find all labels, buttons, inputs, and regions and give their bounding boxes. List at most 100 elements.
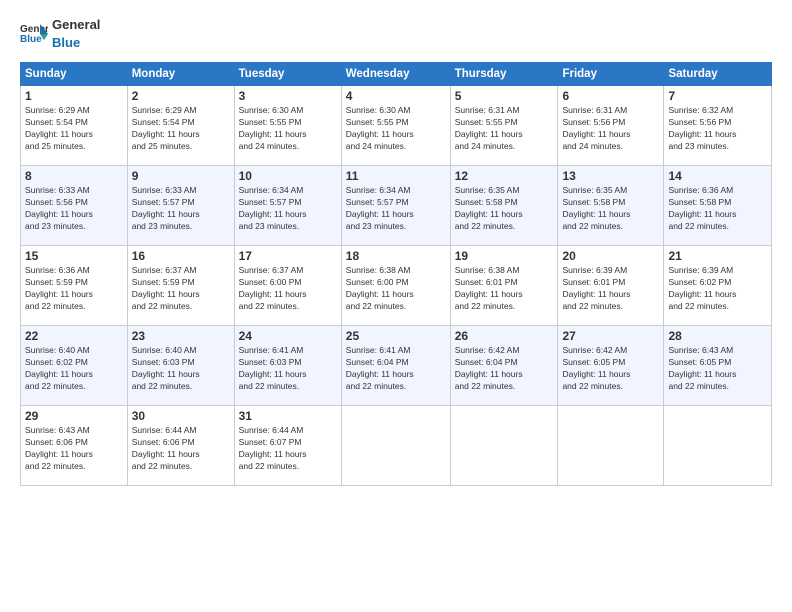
day-number: 19 <box>455 249 554 263</box>
logo-general: General <box>52 17 100 32</box>
day-info: Sunrise: 6:37 AMSunset: 5:59 PMDaylight:… <box>132 265 230 313</box>
weekday-header-saturday: Saturday <box>664 63 772 86</box>
calendar-cell <box>341 406 450 486</box>
day-info: Sunrise: 6:30 AMSunset: 5:55 PMDaylight:… <box>239 105 337 153</box>
calendar-cell: 20 Sunrise: 6:39 AMSunset: 6:01 PMDayligh… <box>558 246 664 326</box>
calendar-cell: 27 Sunrise: 6:42 AMSunset: 6:05 PMDayligh… <box>558 326 664 406</box>
day-number: 17 <box>239 249 337 263</box>
day-number: 7 <box>668 89 767 103</box>
day-number: 3 <box>239 89 337 103</box>
weekday-header-friday: Friday <box>558 63 664 86</box>
calendar-cell: 19 Sunrise: 6:38 AMSunset: 6:01 PMDayligh… <box>450 246 558 326</box>
day-info: Sunrise: 6:39 AMSunset: 6:02 PMDaylight:… <box>668 265 767 313</box>
day-number: 24 <box>239 329 337 343</box>
day-number: 4 <box>346 89 446 103</box>
weekday-header-wednesday: Wednesday <box>341 63 450 86</box>
day-info: Sunrise: 6:42 AMSunset: 6:04 PMDaylight:… <box>455 345 554 393</box>
day-number: 26 <box>455 329 554 343</box>
weekday-header-row: SundayMondayTuesdayWednesdayThursdayFrid… <box>21 63 772 86</box>
calendar-cell: 30Sunrise: 6:44 AMSunset: 6:06 PMDayligh… <box>127 406 234 486</box>
day-info: Sunrise: 6:39 AMSunset: 6:01 PMDaylight:… <box>562 265 659 313</box>
day-info: Sunrise: 6:33 AMSunset: 5:57 PMDaylight:… <box>132 185 230 233</box>
calendar-week-4: 22 Sunrise: 6:40 AMSunset: 6:02 PMDayligh… <box>21 326 772 406</box>
day-number: 5 <box>455 89 554 103</box>
day-info: Sunrise: 6:31 AMSunset: 5:56 PMDaylight:… <box>562 105 659 153</box>
day-number: 23 <box>132 329 230 343</box>
day-info: Sunrise: 6:34 AMSunset: 5:57 PMDaylight:… <box>239 185 337 233</box>
day-info: Sunrise: 6:41 AMSunset: 6:04 PMDaylight:… <box>346 345 446 393</box>
day-number: 20 <box>562 249 659 263</box>
day-info: Sunrise: 6:32 AMSunset: 5:56 PMDaylight:… <box>668 105 767 153</box>
weekday-header-sunday: Sunday <box>21 63 128 86</box>
day-number: 15 <box>25 249 123 263</box>
day-info: Sunrise: 6:34 AMSunset: 5:57 PMDaylight:… <box>346 185 446 233</box>
calendar-cell: 7 Sunrise: 6:32 AMSunset: 5:56 PMDaylight… <box>664 86 772 166</box>
day-number: 12 <box>455 169 554 183</box>
calendar-cell: 22 Sunrise: 6:40 AMSunset: 6:02 PMDayligh… <box>21 326 128 406</box>
calendar-cell <box>558 406 664 486</box>
day-number: 29 <box>25 409 123 423</box>
calendar-cell: 17 Sunrise: 6:37 AMSunset: 6:00 PMDayligh… <box>234 246 341 326</box>
calendar-week-3: 15Sunrise: 6:36 AMSunset: 5:59 PMDayligh… <box>21 246 772 326</box>
day-number: 18 <box>346 249 446 263</box>
day-info: Sunrise: 6:35 AMSunset: 5:58 PMDaylight:… <box>562 185 659 233</box>
calendar-week-1: 1Sunrise: 6:29 AMSunset: 5:54 PMDaylight… <box>21 86 772 166</box>
calendar-week-5: 29 Sunrise: 6:43 AMSunset: 6:06 PMDayligh… <box>21 406 772 486</box>
calendar-cell: 18 Sunrise: 6:38 AMSunset: 6:00 PMDayligh… <box>341 246 450 326</box>
day-info: Sunrise: 6:31 AMSunset: 5:55 PMDaylight:… <box>455 105 554 153</box>
day-number: 30 <box>132 409 230 423</box>
day-info: Sunrise: 6:40 AMSunset: 6:02 PMDaylight:… <box>25 345 123 393</box>
day-number: 27 <box>562 329 659 343</box>
day-number: 10 <box>239 169 337 183</box>
calendar-cell: 11 Sunrise: 6:34 AMSunset: 5:57 PMDayligh… <box>341 166 450 246</box>
calendar-cell: 12Sunrise: 6:35 AMSunset: 5:58 PMDayligh… <box>450 166 558 246</box>
calendar-cell: 4 Sunrise: 6:30 AMSunset: 5:55 PMDaylight… <box>341 86 450 166</box>
day-info: Sunrise: 6:41 AMSunset: 6:03 PMDaylight:… <box>239 345 337 393</box>
logo-blue: Blue <box>52 35 80 50</box>
day-info: Sunrise: 6:33 AMSunset: 5:56 PMDaylight:… <box>25 185 123 233</box>
logo: General Blue General Blue <box>20 16 100 52</box>
day-number: 2 <box>132 89 230 103</box>
calendar-cell: 3 Sunrise: 6:30 AMSunset: 5:55 PMDaylight… <box>234 86 341 166</box>
day-info: Sunrise: 6:38 AMSunset: 6:00 PMDaylight:… <box>346 265 446 313</box>
calendar-cell: 23 Sunrise: 6:40 AMSunset: 6:03 PMDayligh… <box>127 326 234 406</box>
day-info: Sunrise: 6:40 AMSunset: 6:03 PMDaylight:… <box>132 345 230 393</box>
day-info: Sunrise: 6:38 AMSunset: 6:01 PMDaylight:… <box>455 265 554 313</box>
day-number: 6 <box>562 89 659 103</box>
page: General Blue General Blue SundayMondayTu… <box>0 0 792 612</box>
calendar-cell: 21 Sunrise: 6:39 AMSunset: 6:02 PMDayligh… <box>664 246 772 326</box>
day-number: 8 <box>25 169 123 183</box>
calendar-cell: 26 Sunrise: 6:42 AMSunset: 6:04 PMDayligh… <box>450 326 558 406</box>
day-info: Sunrise: 6:36 AMSunset: 5:58 PMDaylight:… <box>668 185 767 233</box>
calendar-cell: 8 Sunrise: 6:33 AMSunset: 5:56 PMDaylight… <box>21 166 128 246</box>
day-number: 14 <box>668 169 767 183</box>
calendar-table: SundayMondayTuesdayWednesdayThursdayFrid… <box>20 62 772 486</box>
calendar-cell: 5 Sunrise: 6:31 AMSunset: 5:55 PMDaylight… <box>450 86 558 166</box>
day-number: 22 <box>25 329 123 343</box>
weekday-header-monday: Monday <box>127 63 234 86</box>
calendar-cell: 10 Sunrise: 6:34 AMSunset: 5:57 PMDayligh… <box>234 166 341 246</box>
calendar-cell: 6 Sunrise: 6:31 AMSunset: 5:56 PMDaylight… <box>558 86 664 166</box>
calendar-cell <box>664 406 772 486</box>
calendar-cell: 13 Sunrise: 6:35 AMSunset: 5:58 PMDayligh… <box>558 166 664 246</box>
weekday-header-thursday: Thursday <box>450 63 558 86</box>
calendar-cell: 9 Sunrise: 6:33 AMSunset: 5:57 PMDaylight… <box>127 166 234 246</box>
header: General Blue General Blue <box>20 16 772 52</box>
day-info: Sunrise: 6:37 AMSunset: 6:00 PMDaylight:… <box>239 265 337 313</box>
weekday-header-tuesday: Tuesday <box>234 63 341 86</box>
day-info: Sunrise: 6:42 AMSunset: 6:05 PMDaylight:… <box>562 345 659 393</box>
day-info: Sunrise: 6:43 AMSunset: 6:06 PMDaylight:… <box>25 425 123 473</box>
day-number: 28 <box>668 329 767 343</box>
day-number: 31 <box>239 409 337 423</box>
calendar-cell: 2Sunrise: 6:29 AMSunset: 5:54 PMDaylight… <box>127 86 234 166</box>
day-number: 11 <box>346 169 446 183</box>
day-number: 16 <box>132 249 230 263</box>
day-info: Sunrise: 6:30 AMSunset: 5:55 PMDaylight:… <box>346 105 446 153</box>
calendar-cell: 29 Sunrise: 6:43 AMSunset: 6:06 PMDayligh… <box>21 406 128 486</box>
day-info: Sunrise: 6:29 AMSunset: 5:54 PMDaylight:… <box>25 105 123 153</box>
calendar-cell: 15Sunrise: 6:36 AMSunset: 5:59 PMDayligh… <box>21 246 128 326</box>
calendar-cell: 1Sunrise: 6:29 AMSunset: 5:54 PMDaylight… <box>21 86 128 166</box>
day-number: 13 <box>562 169 659 183</box>
day-number: 9 <box>132 169 230 183</box>
day-number: 21 <box>668 249 767 263</box>
